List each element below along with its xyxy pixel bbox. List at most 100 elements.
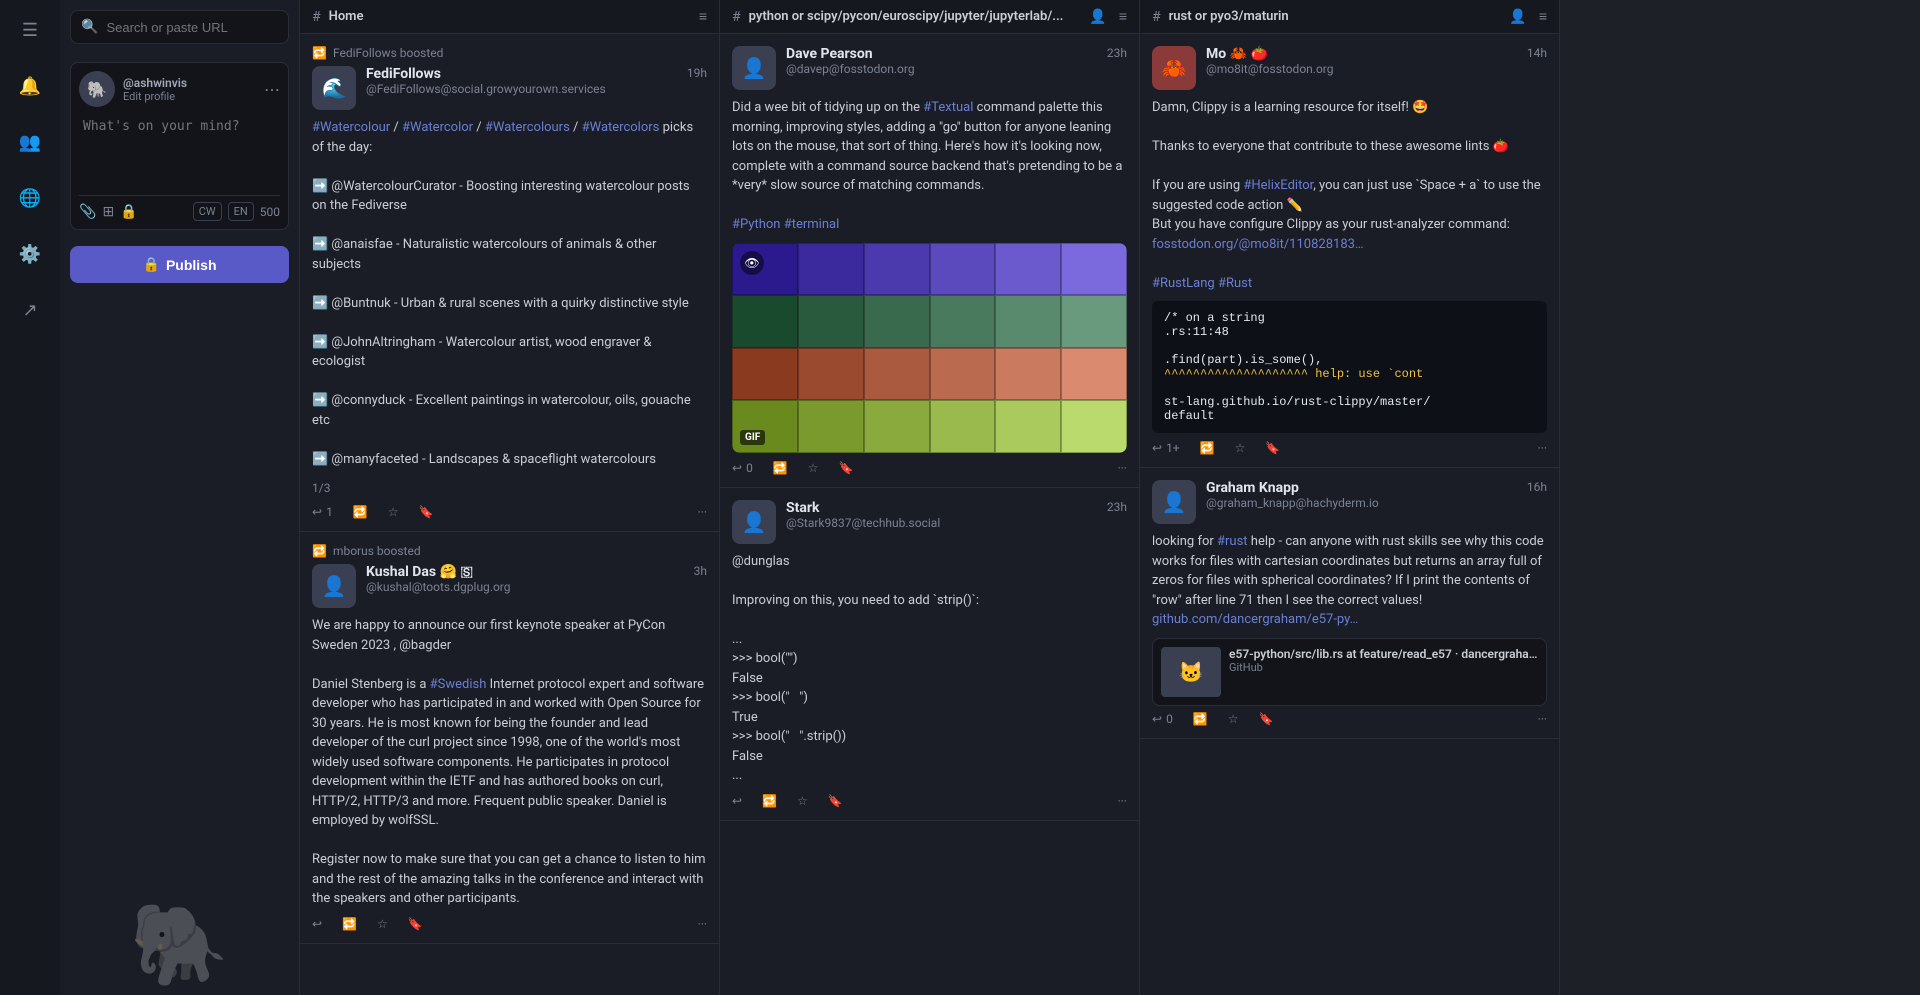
post-avatar-stark: 👤 (732, 500, 776, 544)
bookmark-action-2[interactable]: 🔖 (408, 917, 423, 931)
bookmark-action-graham[interactable]: 🔖 (1259, 712, 1274, 726)
columns-area: # Home ≡ 🔁 FediFollows boosted 🌊 FediFol… (300, 0, 1920, 995)
post-avatar-2: 👤 (312, 564, 356, 608)
attachment-icon[interactable]: 📎 (79, 204, 96, 220)
cw-button[interactable]: CW (193, 202, 222, 221)
boost-action-dave[interactable]: 🔁 (773, 461, 788, 475)
nav-settings-icon[interactable]: ⚙️ (12, 236, 48, 272)
post-name-2: Kushal Das 🤗 🇸 (366, 564, 511, 580)
post-body-graham: looking for #rust help - can anyone with… (1152, 532, 1547, 630)
compose-area: 🐘 @ashwinvis Edit profile ⋯ 📎 ⊞ 🔒 CW EN … (70, 62, 289, 230)
column-users-icon-python[interactable]: 👤 (1089, 9, 1106, 25)
boost-action-graham[interactable]: 🔁 (1193, 712, 1208, 726)
post-name-graham: Graham Knapp (1206, 480, 1379, 496)
mascot-image: 🐘 (60, 905, 299, 995)
more-action-2[interactable]: ··· (698, 917, 707, 931)
post-header-mo: 🦀 Mo 🦀 🍅 @mo8it@fosstodon.org 14h (1152, 46, 1547, 90)
column-settings-icon-rust[interactable]: ≡ (1539, 8, 1547, 25)
table-icon[interactable]: ⊞ (102, 204, 114, 220)
post-actions-stark: ↩ 🔁 ☆ 🔖 ··· (732, 794, 1127, 808)
view-icon: 👁 (740, 251, 764, 275)
star-action-2[interactable]: ☆ (377, 917, 388, 931)
column-python: # python or scipy/pycon/euroscipy/jupyte… (720, 0, 1140, 995)
column-title-home: Home (329, 9, 687, 24)
post-image-gif[interactable]: 👁 GIF (732, 243, 1127, 453)
user-info: @ashwinvis Edit profile (123, 76, 256, 103)
post-name-dave: Dave Pearson (786, 46, 915, 62)
search-input[interactable] (106, 20, 278, 35)
reply-action-dave[interactable]: ↩ 0 (732, 461, 753, 475)
en-button[interactable]: EN (228, 202, 254, 221)
boost-action-mo[interactable]: 🔁 (1200, 441, 1215, 455)
post-header: 🌊 FediFollows @FediFollows@social.growyo… (312, 66, 707, 110)
bookmark-action[interactable]: 🔖 (419, 505, 434, 519)
lock-icon[interactable]: 🔒 (120, 204, 137, 220)
column-header-rust: # rust or pyo3/maturin 👤 ≡ (1140, 0, 1559, 34)
more-action[interactable]: ··· (698, 505, 707, 519)
reply-action-stark[interactable]: ↩ (732, 794, 742, 808)
post-graham: 👤 Graham Knapp @graham_knapp@hachyderm.i… (1140, 468, 1559, 739)
user-row: 🐘 @ashwinvis Edit profile ⋯ (79, 71, 280, 107)
avatar: 🐘 (79, 71, 115, 107)
post-handle-mo: @mo8it@fosstodon.org (1206, 62, 1334, 76)
more-action-graham[interactable]: ··· (1538, 712, 1547, 726)
python-hash-icon: # (732, 9, 741, 25)
boost-action[interactable]: 🔁 (353, 505, 368, 519)
column-title-rust: rust or pyo3/maturin (1169, 9, 1498, 24)
column-header-python: # python or scipy/pycon/euroscipy/jupyte… (720, 0, 1139, 34)
compose-textarea[interactable] (79, 115, 280, 185)
post-handle-stark: @Stark9837@techhub.social (786, 516, 940, 530)
edit-profile-link[interactable]: Edit profile (123, 90, 256, 103)
link-card-graham[interactable]: 🐱 e57-python/src/lib.rs at feature/read_… (1152, 638, 1547, 706)
column-users-icon-rust[interactable]: 👤 (1509, 9, 1526, 25)
bookmark-action-dave[interactable]: 🔖 (839, 461, 854, 475)
reply-action-graham[interactable]: ↩ 0 (1152, 712, 1173, 726)
boost-indicator: 🔁 FediFollows boosted (312, 46, 707, 60)
column-scroll-home[interactable]: 🔁 FediFollows boosted 🌊 FediFollows @Fed… (300, 34, 719, 995)
column-title-python: python or scipy/pycon/euroscipy/jupyter/… (749, 9, 1078, 24)
more-action-dave[interactable]: ··· (1118, 461, 1127, 475)
post-handle-graham: @graham_knapp@hachyderm.io (1206, 496, 1379, 510)
nav-notifications-icon[interactable]: 🔔 (12, 68, 48, 104)
post-header-dave: 👤 Dave Pearson @davep@fosstodon.org 23h (732, 46, 1127, 90)
bookmark-action-mo[interactable]: 🔖 (1265, 441, 1280, 455)
bookmark-action-stark[interactable]: 🔖 (828, 794, 843, 808)
boost-action-2[interactable]: 🔁 (342, 917, 357, 931)
user-more-button[interactable]: ⋯ (264, 80, 280, 99)
post-body-dave: Did a wee bit of tidying up on the #Text… (732, 98, 1127, 235)
post-time-stark: 23h (1107, 500, 1127, 514)
nav-menu-icon[interactable]: ☰ (12, 12, 48, 48)
post-meta-stark: Stark @Stark9837@techhub.social 23h (786, 500, 1127, 530)
star-action-mo[interactable]: ☆ (1235, 441, 1246, 455)
publish-button[interactable]: 🔒 Publish (70, 246, 289, 283)
column-settings-icon[interactable]: ≡ (699, 8, 707, 25)
post-handle-dave: @davep@fosstodon.org (786, 62, 915, 76)
boost-action-stark[interactable]: 🔁 (762, 794, 777, 808)
search-icon: 🔍 (81, 19, 98, 35)
post-dave-pearson: 👤 Dave Pearson @davep@fosstodon.org 23h … (720, 34, 1139, 488)
code-block-mo: /* on a string .rs:11:48 .find(part).is_… (1152, 301, 1547, 433)
star-action[interactable]: ☆ (388, 505, 399, 519)
star-action-dave[interactable]: ☆ (808, 461, 819, 475)
nav-explore-icon[interactable]: 🌐 (12, 180, 48, 216)
column-settings-icon-python[interactable]: ≡ (1119, 8, 1127, 25)
post-body-stark: @dunglas Improving on this, you need to … (732, 552, 1127, 786)
column-scroll-python[interactable]: 👤 Dave Pearson @davep@fosstodon.org 23h … (720, 34, 1139, 995)
reply-action-mo[interactable]: ↩ 1+ (1152, 441, 1180, 455)
reply-action-2[interactable]: ↩ (312, 917, 322, 931)
column-scroll-rust[interactable]: 🦀 Mo 🦀 🍅 @mo8it@fosstodon.org 14h Damn, … (1140, 34, 1559, 995)
post-handle-2: @kushal@toots.dgplug.org (366, 580, 511, 594)
nav-community-icon[interactable]: 👥 (12, 124, 48, 160)
star-action-graham[interactable]: ☆ (1228, 712, 1239, 726)
reply-action[interactable]: ↩ 1 (312, 505, 333, 519)
more-action-stark[interactable]: ··· (1118, 794, 1127, 808)
nav-share-icon[interactable]: ↗ (12, 292, 48, 328)
post-actions-mo: ↩ 1+ 🔁 ☆ 🔖 ··· (1152, 441, 1547, 455)
star-action-stark[interactable]: ☆ (797, 794, 808, 808)
post-meta: FediFollows @FediFollows@social.growyour… (366, 66, 707, 96)
more-action-mo[interactable]: ··· (1538, 441, 1547, 455)
char-count: 500 (260, 205, 280, 219)
post-time-2: 3h (694, 564, 707, 578)
home-hash-icon: # (312, 9, 321, 25)
column-home: # Home ≡ 🔁 FediFollows boosted 🌊 FediFol… (300, 0, 720, 995)
